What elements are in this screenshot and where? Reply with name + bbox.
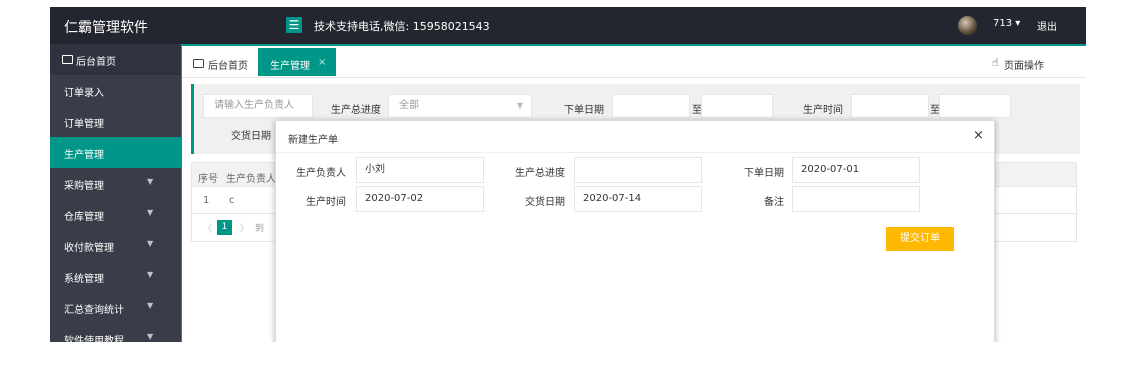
goto-label: 到 [255, 224, 265, 234]
close-icon[interactable]: × [318, 57, 326, 68]
note-label: 备注 [764, 197, 784, 208]
delivery-date-label: 交货日期 [231, 131, 271, 142]
close-icon[interactable]: × [973, 128, 984, 143]
tab-label: 后台首页 [208, 61, 248, 72]
order-date-to-input[interactable] [701, 94, 773, 118]
owner-search-input[interactable]: 请输入生产负责人 [203, 94, 313, 118]
production-time-from-input[interactable] [851, 94, 929, 118]
sidebar-item-statistics[interactable]: 汇总查询统计 ▼ [50, 292, 182, 323]
hamburger-icon[interactable]: ☰ [286, 17, 302, 33]
hand-pointer-icon: ☝ [992, 56, 999, 69]
progress-label: 生产总进度 [331, 105, 381, 116]
production-time-to-input[interactable] [939, 94, 1011, 118]
delivery-date-value: 2020-07-14 [583, 193, 642, 204]
sidebar: 后台首页 订单录入 订单管理 生产管理 采购管理 ▼ 仓库管理 ▼ 收付款管理 … [50, 44, 182, 342]
sidebar-item-production[interactable]: 生产管理 [50, 137, 182, 168]
table-cell: c [229, 195, 235, 206]
production-time-label: 生产时间 [306, 197, 346, 208]
sidebar-item-label: 汇总查询统计 [64, 305, 124, 316]
production-time-field[interactable]: 2020-07-02 [356, 186, 484, 212]
user-menu[interactable]: 713 ▾ [993, 18, 1020, 29]
chevron-down-icon: ▼ [147, 270, 154, 279]
progress-value: 全部 [399, 100, 419, 111]
owner-value: 小刘 [365, 164, 385, 175]
sidebar-item-tutorial[interactable]: 软件使用教程 ▼ [50, 323, 182, 342]
logout-link[interactable]: 退出 [1037, 18, 1057, 33]
sidebar-item-order-entry[interactable]: 订单录入 [50, 75, 182, 106]
sidebar-item-label: 系统管理 [64, 274, 104, 285]
dialog-header: 新建生产单 × [276, 121, 994, 153]
sidebar-item-label: 订单管理 [64, 119, 104, 130]
order-date-field[interactable]: 2020-07-01 [792, 157, 920, 183]
chevron-down-icon: ▼ [147, 332, 154, 341]
progress-select[interactable]: 全部 ▼ [388, 94, 532, 118]
order-date-label: 下单日期 [564, 105, 604, 116]
page-operations-button[interactable]: ☝ 页面操作 [992, 56, 1044, 72]
owner-label: 生产负责人 [296, 168, 346, 179]
sidebar-item-warehouse[interactable]: 仓库管理 ▼ [50, 199, 182, 230]
chevron-down-icon: ▼ [147, 208, 154, 217]
next-page-button[interactable]: 〉 [240, 221, 249, 234]
sidebar-item-purchasing[interactable]: 采购管理 ▼ [50, 168, 182, 199]
sidebar-item-label: 采购管理 [64, 181, 104, 192]
app-title: 仁霸管理软件 [64, 20, 148, 36]
owner-field[interactable]: 小刘 [356, 157, 484, 183]
order-date-label: 下单日期 [744, 168, 784, 179]
chevron-down-icon: ▼ [147, 301, 154, 310]
sidebar-item-label: 软件使用教程 [64, 336, 124, 342]
tab-bar: 后台首页 生产管理 × ☝ 页面操作 [182, 44, 1086, 78]
tab-production[interactable]: 生产管理 × [258, 48, 336, 76]
dialog-title: 新建生产单 [288, 135, 338, 146]
support-contact: 技术支持电话,微信: 15958021543 [314, 20, 490, 33]
current-page[interactable]: 1 [217, 220, 232, 235]
prev-page-button[interactable]: 〈 [203, 221, 212, 234]
monitor-icon [193, 59, 204, 68]
column-header: 序号 [198, 174, 218, 185]
sidebar-item-label: 生产管理 [64, 150, 104, 161]
tab-label: 生产管理 [270, 61, 310, 72]
sidebar-item-home[interactable]: 后台首页 [50, 44, 182, 75]
delivery-date-field[interactable]: 2020-07-14 [574, 186, 702, 212]
sidebar-item-label: 收付款管理 [64, 243, 114, 254]
chevron-down-icon: ▼ [147, 177, 154, 186]
chevron-down-icon: ▼ [516, 101, 523, 110]
sidebar-item-label: 仓库管理 [64, 212, 104, 223]
sidebar-item-order-management[interactable]: 订单管理 [50, 106, 182, 137]
sidebar-item-label: 订单录入 [64, 88, 104, 99]
tab-bar-accent [182, 44, 1086, 46]
sidebar-item-payments[interactable]: 收付款管理 ▼ [50, 230, 182, 261]
production-time-value: 2020-07-02 [365, 193, 424, 204]
production-time-label: 生产时间 [803, 105, 843, 116]
note-field[interactable] [792, 186, 920, 212]
avatar[interactable] [958, 16, 977, 35]
progress-label: 生产总进度 [515, 168, 565, 179]
top-header: 仁霸管理软件 ☰ 技术支持电话,微信: 15958021543 713 ▾ 退出 [50, 7, 1086, 44]
page-op-label: 页面操作 [1004, 61, 1044, 72]
order-date-from-input[interactable] [612, 94, 690, 118]
sidebar-item-label: 后台首页 [76, 57, 116, 68]
submit-order-button[interactable]: 提交订单 [886, 227, 954, 251]
divider [181, 44, 182, 342]
sidebar-item-system[interactable]: 系统管理 ▼ [50, 261, 182, 292]
chevron-down-icon: ▼ [147, 239, 154, 248]
tab-home[interactable]: 后台首页 [182, 48, 258, 76]
order-date-value: 2020-07-01 [801, 164, 860, 175]
delivery-date-label: 交货日期 [525, 197, 565, 208]
column-header: 生产负责人 [226, 174, 276, 185]
table-cell: 1 [203, 195, 210, 206]
new-production-order-dialog: 新建生产单 × 生产负责人 小刘 生产总进度 下单日期 2020-07-01 生… [275, 120, 995, 342]
monitor-icon [62, 55, 73, 64]
progress-field[interactable] [574, 157, 702, 183]
app-window: 仁霸管理软件 ☰ 技术支持电话,微信: 15958021543 713 ▾ 退出… [50, 0, 1086, 342]
owner-placeholder: 请输入生产负责人 [214, 100, 294, 111]
